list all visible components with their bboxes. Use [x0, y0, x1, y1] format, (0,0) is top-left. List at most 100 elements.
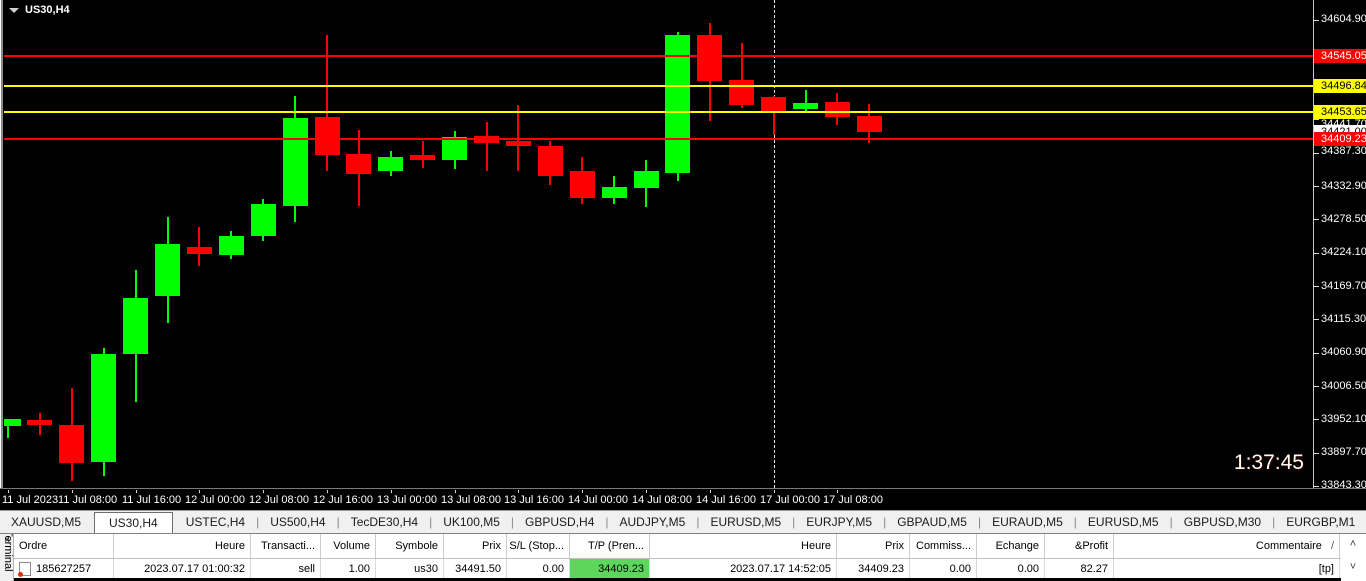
terminal-side-strip: × Terminal [0, 534, 14, 581]
cell-transacti-: sell [251, 559, 321, 578]
time-tick-label: 11 Jul 16:00 [122, 494, 181, 506]
time-tick-mark [8, 490, 9, 493]
cell--profit: 82.27 [1045, 559, 1114, 578]
candle-body [634, 171, 659, 188]
scroll-down-icon[interactable]: ˅ [1344, 560, 1362, 576]
horizontal-level-line[interactable] [0, 138, 1313, 140]
symbol-tab-eurusd-m5[interactable]: EURUSD,M5 [699, 511, 792, 533]
candle-body [251, 204, 276, 235]
time-tick-mark [72, 490, 73, 493]
sell-order-dot [18, 572, 23, 577]
cell-s-l-stop-: 0.00 [507, 559, 570, 578]
price-tick-label: 34115.30 [1321, 313, 1366, 326]
price-tick-label: 34169.70 [1321, 280, 1366, 293]
price-tick-mark [1313, 353, 1319, 354]
price-tick-label: 34224.10 [1321, 246, 1366, 259]
cell-commentaire: [tp] [1114, 559, 1340, 578]
candle-body [697, 35, 722, 81]
symbol-tab-xauusd-m5[interactable]: XAUUSD,M5 [0, 511, 92, 533]
chart-dropdown-icon[interactable] [9, 8, 19, 13]
symbol-tab-us500-h4[interactable]: US500,H4 [259, 511, 336, 533]
price-tick-mark [1313, 419, 1319, 420]
time-tick-label: 13 Jul 00:00 [377, 494, 437, 506]
candle-body [442, 137, 467, 160]
symbol-tab-eurgbp-m1[interactable]: EURGBP,M1 [1275, 511, 1366, 533]
table-row[interactable]: 1856272572023.07.17 01:00:32sell1.00us30… [14, 559, 1341, 578]
symbol-tab-gbpusd-m30[interactable]: GBPUSD,M30 [1173, 511, 1272, 533]
price-tick-mark [1313, 453, 1319, 454]
candle-body [538, 146, 563, 175]
cell-heure: 2023.07.17 01:00:32 [114, 559, 251, 578]
symbol-tab-gbpaud-m5[interactable]: GBPAUD,M5 [886, 511, 978, 533]
time-axis: 11 Jul 202311 Jul 08:0011 Jul 16:0012 Ju… [0, 488, 1366, 510]
time-tick-label: 12 Jul 16:00 [313, 494, 373, 506]
price-tick-mark [1313, 153, 1319, 154]
time-tick-label: 14 Jul 08:00 [632, 494, 692, 506]
symbol-tab-tecde30-h4[interactable]: TecDE30,H4 [340, 511, 429, 533]
trading-terminal-window: US30,H4 1:37:45 34604.9034441.7034387.30… [0, 0, 1366, 581]
price-tick-label: 34006.50 [1321, 380, 1366, 393]
symbol-tab-eurjpy-m5[interactable]: EURJPY,M5 [795, 511, 883, 533]
chart-symbol-label: US30,H4 [25, 4, 70, 16]
level-price-tag[interactable]: 34409.23 [1314, 132, 1366, 146]
candle-body [570, 171, 595, 197]
window-left-border [0, 0, 4, 488]
price-tick-label: 34387.30 [1321, 145, 1366, 158]
symbol-tab-euraud-m5[interactable]: EURAUD,M5 [981, 511, 1074, 533]
symbol-tab-uk100-m5[interactable]: UK100,M5 [432, 511, 511, 533]
chart-canvas [0, 0, 1313, 488]
time-tick-label: 13 Jul 08:00 [441, 494, 501, 506]
candle-wick [486, 122, 488, 171]
time-tick-mark [710, 490, 711, 493]
symbol-tab-ustec-h4[interactable]: USTEC,H4 [175, 511, 256, 533]
scroll-up-icon[interactable]: ˄ [1344, 537, 1362, 553]
terminal-caption: Terminal [2, 534, 14, 572]
header-sort-glyph: / [1331, 540, 1334, 552]
horizontal-level-line[interactable] [0, 111, 1313, 113]
level-price-tag[interactable]: 34453.65 [1314, 105, 1366, 119]
time-tick-mark [136, 490, 137, 493]
time-tick-label: 13 Jul 16:00 [504, 494, 564, 506]
table-scrollbar: ˄ ˅ [1341, 534, 1366, 578]
time-tick-mark [327, 490, 328, 493]
orders-table: OrdreHeureTransacti...VolumeSymbolePrixS… [14, 534, 1341, 581]
cell-echange: 0.00 [977, 559, 1045, 578]
time-tick-label: 14 Jul 00:00 [568, 494, 628, 506]
time-tick-mark [646, 490, 647, 493]
period-separator-line [774, 0, 775, 488]
symbol-tab-gbpusd-h4[interactable]: GBPUSD,H4 [514, 511, 605, 533]
price-tick-label: 34604.90 [1321, 13, 1366, 26]
column-header-echange: Echange [977, 534, 1045, 558]
horizontal-level-line[interactable] [0, 55, 1313, 57]
level-price-tag[interactable]: 34496.84 [1314, 79, 1366, 93]
candle-body [602, 187, 627, 198]
candle-wick [805, 90, 807, 113]
candle-body [59, 425, 84, 464]
column-header-commentaire: Commentaire/ [1114, 534, 1340, 558]
candle-body [410, 155, 435, 160]
level-price-tag[interactable]: 34545.05 [1314, 49, 1366, 63]
cell-ordre: 185627257 [14, 559, 114, 578]
column-header-commiss-: Commiss... [910, 534, 977, 558]
price-tick-mark [1313, 219, 1319, 220]
time-tick-label: 12 Jul 00:00 [185, 494, 245, 506]
time-tick-label: 12 Jul 08:00 [249, 494, 309, 506]
column-header-ordre: Ordre [14, 534, 114, 558]
price-tick-label: 33952.10 [1321, 413, 1366, 426]
horizontal-level-line[interactable] [0, 85, 1313, 87]
order-document-icon [19, 562, 31, 576]
candle-body [506, 141, 531, 145]
time-tick-mark [774, 490, 775, 493]
time-tick-mark [837, 490, 838, 493]
symbol-tab-eurusd-m5[interactable]: EURUSD,M5 [1077, 511, 1170, 533]
price-axis-border [1313, 0, 1314, 488]
price-tick-mark [1313, 486, 1319, 487]
candle-body [123, 298, 148, 354]
table-header-row: OrdreHeureTransacti...VolumeSymbolePrixS… [14, 534, 1341, 559]
symbol-tab-audjpy-m5[interactable]: AUDJPY,M5 [609, 511, 697, 533]
candle-body [825, 102, 850, 117]
time-tick-mark [582, 490, 583, 493]
symbol-tab-us30-h4[interactable]: US30,H4 [94, 512, 173, 533]
candle-body [378, 157, 403, 172]
terminal-panel: × Terminal OrdreHeureTransacti...VolumeS… [0, 533, 1366, 581]
